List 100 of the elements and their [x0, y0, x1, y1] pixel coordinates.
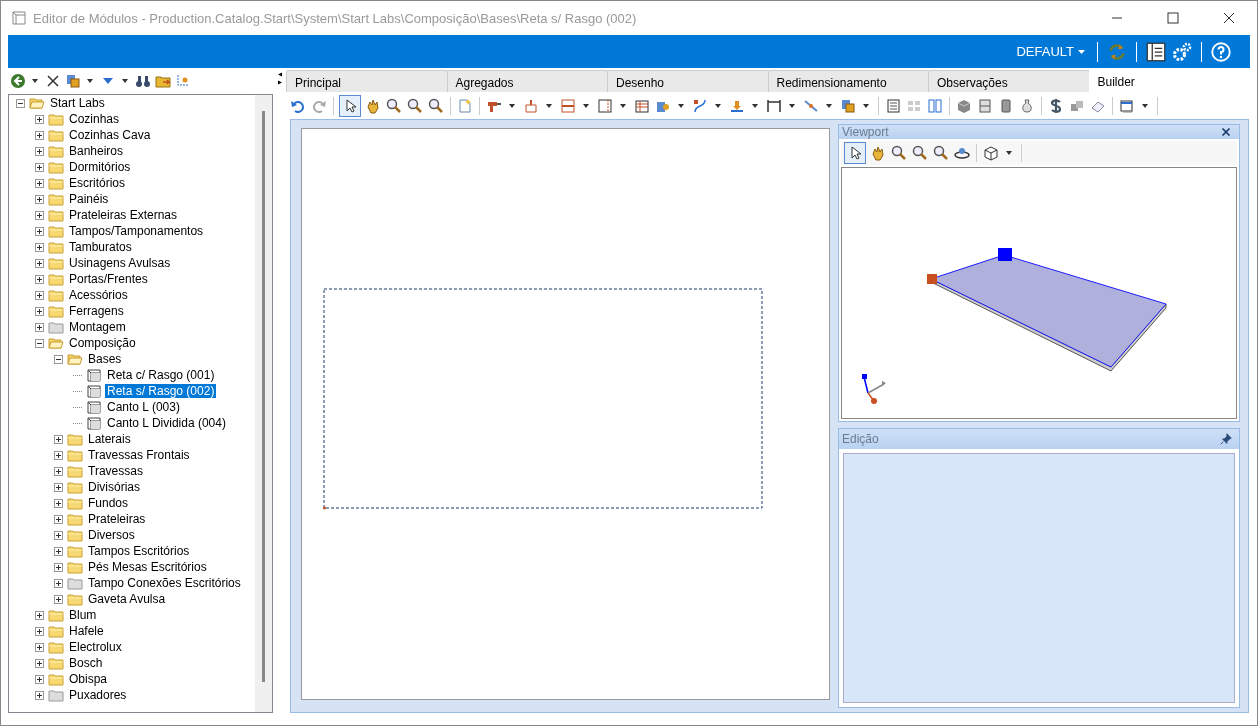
copy-icon[interactable] — [65, 73, 81, 89]
caret-icon[interactable] — [32, 79, 38, 83]
tree-item[interactable]: Puxadores — [67, 688, 129, 702]
tree-item[interactable]: Hafele — [67, 624, 106, 638]
tree-item[interactable]: Electrolux — [67, 640, 124, 654]
profile-dropdown[interactable]: DEFAULT — [1010, 42, 1091, 61]
zoom-icon[interactable] — [912, 145, 928, 161]
maximize-icon[interactable] — [1165, 10, 1181, 26]
expand-icon[interactable] — [35, 658, 44, 668]
tree-item[interactable]: Divisórias — [86, 480, 142, 494]
expand-icon[interactable] — [35, 194, 44, 204]
copy-icon[interactable] — [840, 97, 856, 114]
expand-icon[interactable] — [35, 642, 44, 652]
caret-icon[interactable] — [678, 103, 684, 108]
tree-item[interactable]: Bases — [86, 352, 124, 366]
tab[interactable]: Observações — [928, 70, 1090, 92]
collapse-icon[interactable] — [54, 354, 63, 364]
collapse-icon[interactable] — [16, 98, 25, 108]
expand-icon[interactable] — [35, 610, 44, 620]
tree-item[interactable]: Gaveta Avulsa — [86, 592, 168, 606]
caret-icon[interactable] — [509, 103, 515, 108]
caret-icon[interactable] — [863, 103, 869, 108]
tree-item[interactable]: Banheiros — [67, 144, 126, 158]
tree-item[interactable]: Blum — [67, 608, 99, 622]
tab[interactable]: Redimensionamento — [767, 70, 929, 92]
tree-item[interactable]: Acessórios — [67, 288, 130, 302]
hand-icon[interactable] — [870, 145, 886, 161]
expand-icon[interactable] — [54, 434, 63, 444]
expand-icon[interactable] — [35, 274, 44, 284]
tree-item[interactable]: Usinagens Avulsas — [67, 256, 173, 270]
tree-item[interactable]: Painéis — [67, 192, 111, 206]
caret-icon[interactable] — [1142, 103, 1148, 108]
tree-item[interactable]: Reta s/ Rasgo (002) — [105, 384, 217, 398]
caret-icon[interactable] — [546, 103, 552, 108]
caret-icon[interactable] — [789, 103, 795, 108]
columns-icon[interactable] — [927, 97, 943, 114]
tree-item[interactable]: Canto L (003) — [105, 400, 182, 414]
box-icon[interactable] — [956, 97, 972, 114]
door-icon[interactable] — [977, 97, 993, 114]
tree-item[interactable]: Dormitórios — [67, 160, 133, 174]
cursor-tool-button[interactable] — [340, 95, 360, 116]
expand-icon[interactable] — [35, 242, 44, 252]
tree-item[interactable]: Fundos — [86, 496, 131, 510]
expand-icon[interactable] — [35, 322, 44, 332]
expand-icon[interactable] — [35, 226, 44, 236]
expand-icon[interactable] — [54, 498, 63, 508]
delete-icon[interactable] — [45, 73, 61, 89]
back-icon[interactable] — [10, 73, 26, 89]
zoom-icon[interactable] — [428, 97, 444, 114]
zoom-icon[interactable] — [933, 145, 949, 161]
expand-icon[interactable] — [35, 114, 44, 124]
tree-item[interactable]: Bosch — [67, 656, 105, 670]
tree-item[interactable]: Tampo Conexões Escritórios — [86, 576, 243, 590]
expand-icon[interactable] — [54, 578, 63, 588]
folder-icon[interactable] — [155, 73, 171, 89]
tree-item[interactable]: Prateleiras Externas — [67, 208, 180, 222]
tree-item[interactable]: Prateleiras — [86, 512, 148, 526]
expand-icon[interactable] — [35, 178, 44, 188]
zoom-icon[interactable] — [891, 145, 907, 161]
line-icon[interactable] — [803, 97, 819, 114]
tree-item[interactable]: Start Labs — [48, 96, 107, 110]
tree-item[interactable]: Tamburatos — [67, 240, 134, 254]
caret-icon[interactable] — [1006, 151, 1012, 155]
layout-icon[interactable] — [1146, 41, 1166, 62]
tree-item[interactable]: Escritórios — [67, 176, 127, 190]
expand-icon[interactable] — [54, 514, 63, 524]
pin-icon[interactable] — [1219, 432, 1233, 446]
cursor-tool-button[interactable] — [845, 143, 865, 163]
tree-item[interactable]: Diversos — [86, 528, 137, 542]
help-icon[interactable] — [1211, 41, 1231, 62]
scrollbar[interactable] — [255, 95, 272, 712]
hinge-icon[interactable] — [523, 97, 539, 114]
cube-icon[interactable] — [983, 145, 999, 161]
expand-icon[interactable] — [35, 162, 44, 172]
tab[interactable]: Principal — [286, 70, 448, 92]
zoom-icon[interactable] — [407, 97, 423, 114]
caret-icon[interactable] — [620, 103, 626, 108]
caret-icon[interactable] — [583, 103, 589, 108]
expand-icon[interactable] — [35, 290, 44, 300]
document-icon[interactable] — [885, 97, 901, 114]
caret-icon[interactable] — [826, 103, 832, 108]
zoom-icon[interactable] — [386, 97, 402, 114]
tree-item[interactable]: Obispa — [67, 672, 110, 686]
expand-icon[interactable] — [35, 258, 44, 268]
dollar-icon[interactable] — [1048, 97, 1064, 114]
tree-item[interactable]: Laterais — [86, 432, 133, 446]
close-icon[interactable] — [1219, 125, 1233, 139]
window-icon[interactable] — [1119, 97, 1135, 114]
expand-icon[interactable] — [35, 130, 44, 140]
tab[interactable]: Agregados — [446, 70, 608, 92]
orbit-icon[interactable] — [954, 145, 970, 161]
expand-icon[interactable] — [35, 146, 44, 156]
tree-item[interactable]: Tampos/Tamponamentos — [67, 224, 206, 238]
caret-icon[interactable] — [87, 79, 93, 83]
grid-icon[interactable] — [634, 97, 650, 114]
shelf-icon[interactable] — [560, 97, 576, 114]
tree-item[interactable]: Tampos Escritórios — [86, 544, 192, 558]
hand-icon[interactable] — [365, 97, 381, 114]
expand-icon[interactable] — [54, 482, 63, 492]
drawer-icon[interactable] — [998, 97, 1014, 114]
